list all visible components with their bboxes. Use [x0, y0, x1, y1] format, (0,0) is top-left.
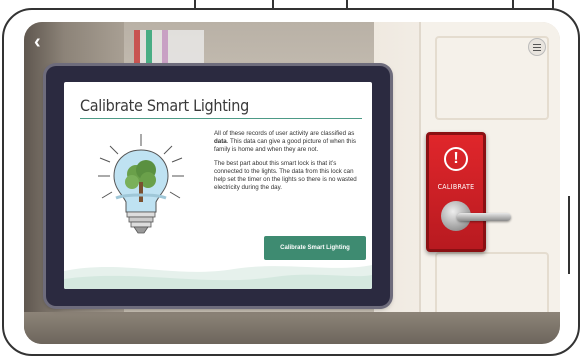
game-screen: ‹ Calibrate Smart Lighting All of these …	[24, 22, 560, 344]
paragraph-text: All of these records of user activity ar…	[214, 130, 355, 137]
paragraph-text: . This data can give a good picture of w…	[214, 138, 356, 153]
card-body: All of these records of user activity ar…	[214, 130, 366, 198]
sketch-line	[568, 196, 570, 274]
hamburger-menu-icon[interactable]	[528, 38, 546, 56]
device-frame: ‹ Calibrate Smart Lighting All of these …	[2, 8, 580, 356]
calibrate-smart-lighting-button[interactable]: Calibrate Smart Lighting	[264, 236, 366, 260]
card-title: Calibrate Smart Lighting	[80, 96, 249, 115]
floor	[24, 312, 560, 344]
tablet: Calibrate Smart Lighting All of these re…	[46, 66, 390, 306]
door-handle-icon	[457, 213, 511, 221]
alert-icon: !	[444, 147, 468, 171]
info-card: Calibrate Smart Lighting All of these re…	[64, 82, 372, 289]
calibrate-label: CALIBRATE	[437, 183, 475, 191]
chevron-left-icon[interactable]: ‹	[34, 32, 50, 52]
title-divider	[80, 118, 362, 119]
paragraph-smart-lock: The best part about this smart lock is t…	[214, 160, 357, 191]
emphasis-data: data	[214, 138, 227, 145]
calibrate-lock-plate[interactable]: ! CALIBRATE	[426, 132, 511, 252]
paragraph-data: All of these records of user activity ar…	[214, 130, 366, 154]
lightbulb-tree-icon	[98, 134, 184, 234]
